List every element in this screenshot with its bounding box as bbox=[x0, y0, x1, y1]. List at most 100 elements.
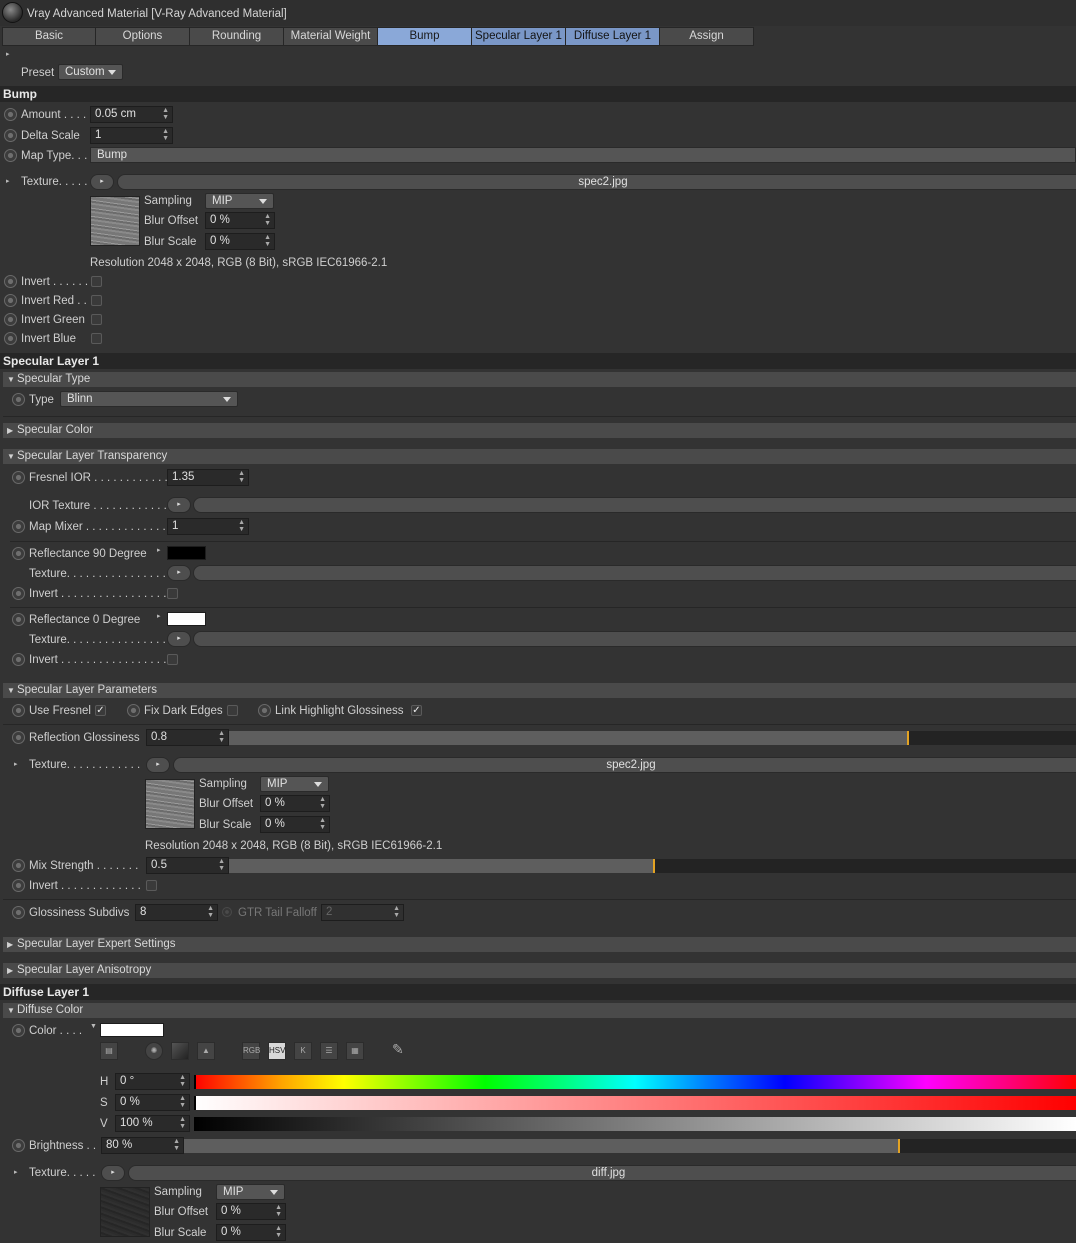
slider-handle[interactable] bbox=[898, 1139, 900, 1153]
group-specular-type[interactable]: ▼ Specular Type bbox=[3, 372, 1076, 387]
animate-radio-map-mixer[interactable] bbox=[12, 520, 25, 533]
kelvin-mode-button[interactable]: K bbox=[294, 1042, 312, 1060]
expand-arrow-icon[interactable]: ▸ bbox=[6, 177, 10, 185]
rgb-mode-button[interactable]: RGB bbox=[242, 1042, 260, 1060]
blur-offset-field[interactable]: 0 % ▲ ▼ bbox=[205, 212, 275, 229]
animate-radio-glossiness-subdivs[interactable] bbox=[12, 906, 25, 919]
saturation-field[interactable]: 0 % ▲ ▼ bbox=[115, 1094, 190, 1111]
map-type-dropdown[interactable]: Bump bbox=[90, 147, 1076, 163]
animate-radio-reflection-glossiness[interactable] bbox=[12, 731, 25, 744]
fresnel-ior-field[interactable]: 1.35 ▲ ▼ bbox=[167, 469, 249, 486]
animate-radio-invert[interactable] bbox=[4, 275, 17, 288]
animate-radio-type[interactable] bbox=[12, 393, 25, 406]
tab-options[interactable]: Options bbox=[96, 27, 190, 46]
sampling-dropdown[interactable]: MIP bbox=[205, 193, 274, 209]
diffuse-sampling-dropdown[interactable]: MIP bbox=[216, 1184, 285, 1200]
group-diffuse-color[interactable]: ▼ Diffuse Color bbox=[3, 1003, 1076, 1018]
animate-radio-map-type[interactable] bbox=[4, 149, 17, 162]
stepper-icon[interactable]: ▲ ▼ bbox=[179, 1095, 186, 1109]
ior-texture-menu-button[interactable]: ▸ bbox=[167, 497, 191, 513]
image-picker-icon[interactable]: ▲ bbox=[197, 1042, 215, 1060]
slider-handle[interactable] bbox=[194, 1096, 196, 1110]
reflection-glossiness-slider[interactable] bbox=[229, 731, 1076, 745]
link-highlight-checkbox[interactable]: ✓ bbox=[411, 705, 422, 716]
brightness-field[interactable]: 80 % ▲ ▼ bbox=[101, 1137, 184, 1154]
saturation-slider[interactable] bbox=[194, 1096, 1076, 1110]
expand-arrow-icon[interactable]: ▸ bbox=[14, 1168, 18, 1176]
animate-radio-reflectance-90-invert[interactable] bbox=[12, 587, 25, 600]
gloss-texture-link-field[interactable]: spec2.jpg bbox=[173, 757, 1076, 773]
animate-radio-invert-green[interactable] bbox=[4, 313, 17, 326]
stepper-icon[interactable]: ▲ ▼ bbox=[275, 1204, 282, 1218]
slider-handle[interactable] bbox=[907, 731, 909, 745]
expand-arrow-icon[interactable]: ▸ bbox=[157, 546, 161, 554]
expand-arrow-icon[interactable]: ▸ bbox=[6, 50, 10, 58]
mix-strength-field[interactable]: 0.5 ▲ ▼ bbox=[146, 857, 229, 874]
value-slider[interactable] bbox=[194, 1117, 1076, 1131]
stepper-icon[interactable]: ▲ ▼ bbox=[162, 128, 169, 142]
reflectance-0-color-swatch[interactable] bbox=[167, 612, 206, 626]
animate-radio-reflectance-0-invert[interactable] bbox=[12, 653, 25, 666]
brightness-slider[interactable] bbox=[184, 1139, 1076, 1153]
reflectance-0-texture-menu-button[interactable]: ▸ bbox=[167, 631, 191, 647]
tab-assign[interactable]: Assign bbox=[660, 27, 754, 46]
blur-scale-field[interactable]: 0 % ▲ ▼ bbox=[205, 233, 275, 250]
animate-radio-reflectance-90[interactable] bbox=[12, 547, 25, 560]
tab-rounding[interactable]: Rounding bbox=[190, 27, 284, 46]
tab-material-weight[interactable]: Material Weight bbox=[284, 27, 378, 46]
amount-field[interactable]: 0.05 cm ▲ ▼ bbox=[90, 106, 173, 123]
glossiness-subdivs-field[interactable]: 8 ▲ ▼ bbox=[135, 904, 218, 921]
gloss-texture-menu-button[interactable]: ▸ bbox=[146, 757, 170, 773]
preset-dropdown[interactable]: Custom bbox=[58, 64, 123, 80]
chevron-down-icon[interactable]: ▼ bbox=[90, 1023, 97, 1030]
diffuse-texture-menu-button[interactable]: ▸ bbox=[101, 1165, 125, 1181]
tab-specular-layer-1[interactable]: Specular Layer 1 bbox=[472, 27, 566, 46]
stepper-icon[interactable]: ▲ ▼ bbox=[238, 519, 245, 533]
reflectance-90-color-swatch[interactable] bbox=[167, 546, 206, 560]
group-specular-color[interactable]: ▶ Specular Color bbox=[3, 423, 1076, 438]
animate-radio-fresnel-ior[interactable] bbox=[12, 471, 25, 484]
color-gradient-icon[interactable] bbox=[171, 1042, 189, 1060]
gloss-texture-thumbnail[interactable] bbox=[145, 779, 195, 829]
reflectance-90-texture-menu-button[interactable]: ▸ bbox=[167, 565, 191, 581]
specular-type-dropdown[interactable]: Blinn bbox=[60, 391, 238, 407]
animate-radio-gloss-invert[interactable] bbox=[12, 879, 25, 892]
tab-diffuse-layer-1[interactable]: Diffuse Layer 1 bbox=[566, 27, 660, 46]
expand-arrow-icon[interactable]: ▸ bbox=[14, 760, 18, 768]
invert-blue-checkbox[interactable] bbox=[91, 333, 102, 344]
animate-radio-invert-red[interactable] bbox=[4, 294, 17, 307]
value-field[interactable]: 100 % ▲ ▼ bbox=[115, 1115, 190, 1132]
animate-radio-color[interactable] bbox=[12, 1024, 25, 1037]
diffuse-blur-scale-field[interactable]: 0 % ▲ ▼ bbox=[216, 1224, 286, 1241]
hue-field[interactable]: 0 ° ▲ ▼ bbox=[115, 1073, 190, 1090]
stepper-icon[interactable]: ▲ ▼ bbox=[179, 1074, 186, 1088]
diffuse-color-swatch[interactable] bbox=[100, 1023, 164, 1037]
mix-strength-slider[interactable] bbox=[229, 859, 1076, 873]
stepper-icon[interactable]: ▲ ▼ bbox=[264, 234, 271, 248]
slider-handle[interactable] bbox=[653, 859, 655, 873]
reflectance-0-invert-checkbox[interactable] bbox=[167, 654, 178, 665]
stepper-icon[interactable]: ▲ ▼ bbox=[207, 905, 214, 919]
animate-radio-link-highlight[interactable] bbox=[258, 704, 271, 717]
gloss-sampling-dropdown[interactable]: MIP bbox=[260, 776, 329, 792]
texture-link-field[interactable]: spec2.jpg bbox=[117, 174, 1076, 190]
stepper-icon[interactable]: ▲ ▼ bbox=[319, 817, 326, 831]
stepper-icon[interactable]: ▲ ▼ bbox=[319, 796, 326, 810]
group-specular-transparency[interactable]: ▼ Specular Layer Transparency bbox=[3, 449, 1076, 464]
gloss-blur-offset-field[interactable]: 0 % ▲ ▼ bbox=[260, 795, 330, 812]
gloss-invert-checkbox[interactable] bbox=[146, 880, 157, 891]
tab-bump[interactable]: Bump bbox=[378, 27, 472, 46]
animate-radio-brightness[interactable] bbox=[12, 1139, 25, 1152]
invert-checkbox[interactable] bbox=[91, 276, 102, 287]
gloss-blur-scale-field[interactable]: 0 % ▲ ▼ bbox=[260, 816, 330, 833]
eyedropper-icon[interactable]: ✎ bbox=[392, 1041, 410, 1061]
animate-radio-invert-blue[interactable] bbox=[4, 332, 17, 345]
stepper-icon[interactable]: ▲ ▼ bbox=[218, 858, 225, 872]
hue-slider[interactable] bbox=[194, 1075, 1076, 1089]
stepper-icon[interactable]: ▲ ▼ bbox=[275, 1225, 282, 1239]
group-specular-expert-settings[interactable]: ▶ Specular Layer Expert Settings bbox=[3, 937, 1076, 952]
map-mixer-field[interactable]: 1 ▲ ▼ bbox=[167, 518, 249, 535]
tab-basic[interactable]: Basic bbox=[2, 27, 96, 46]
delta-scale-field[interactable]: 1 ▲ ▼ bbox=[90, 127, 173, 144]
hsv-mode-button[interactable]: HSV bbox=[268, 1042, 286, 1060]
